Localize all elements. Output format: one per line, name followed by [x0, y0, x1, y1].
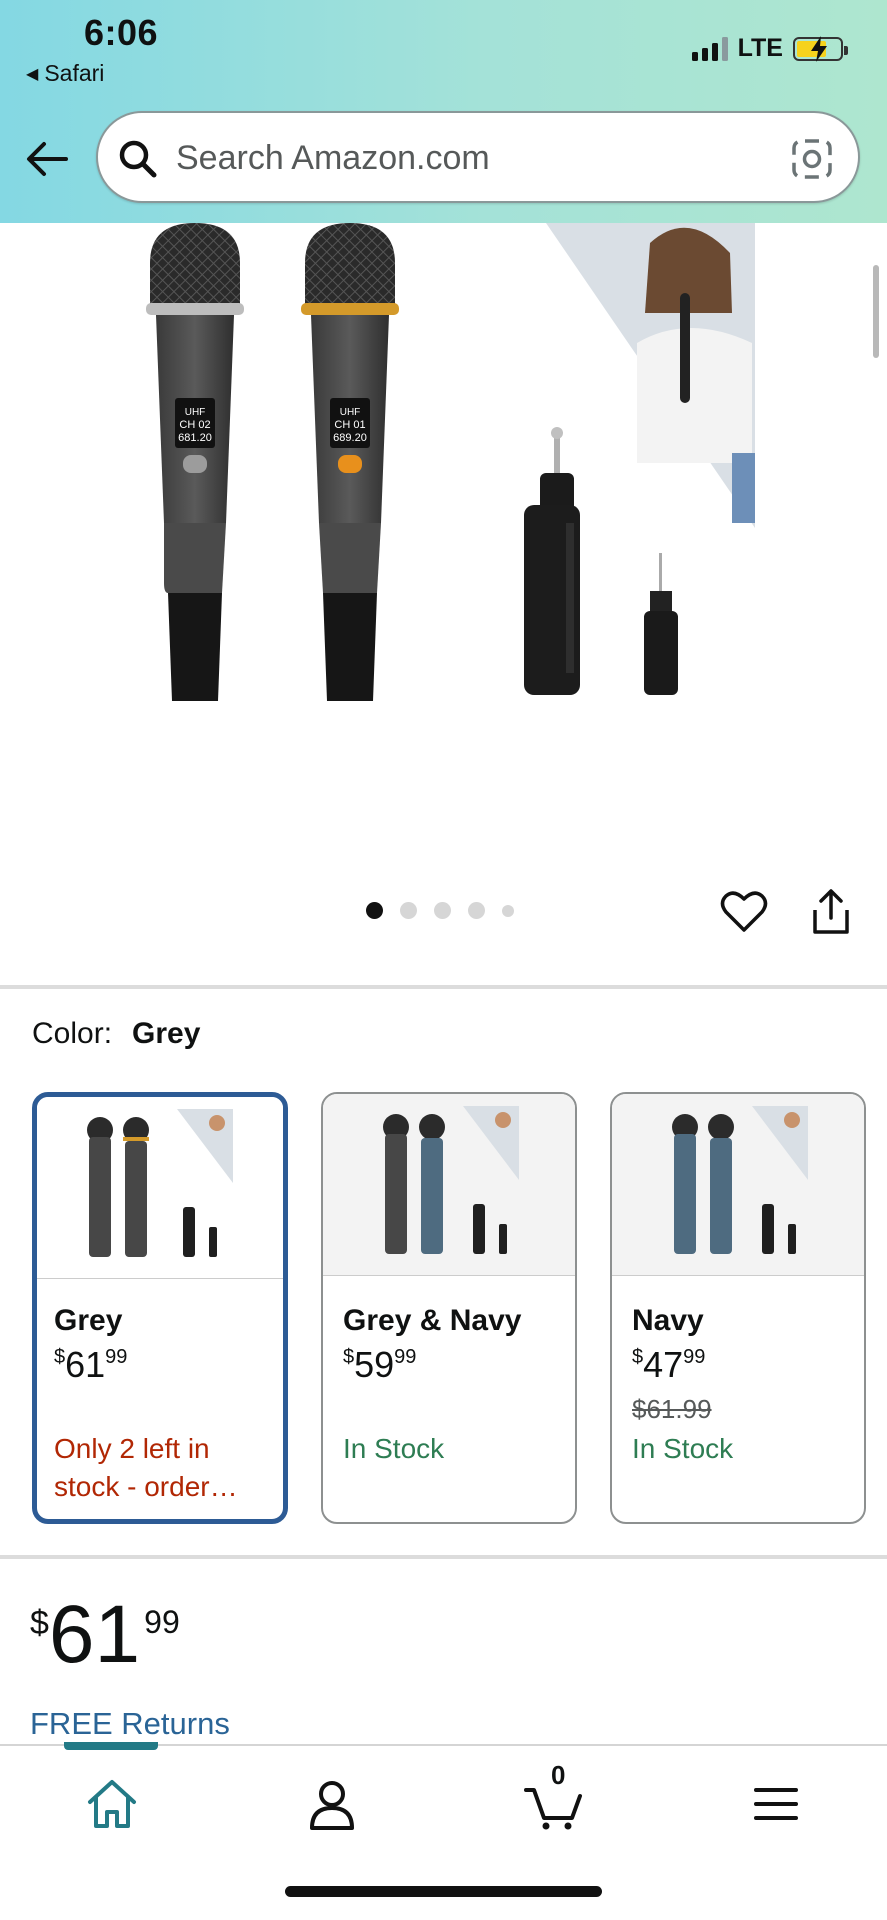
variant-swatch-navy[interactable]: Navy $4799 $61.99 In Stock [610, 1092, 866, 1524]
variant-name: Grey & Navy [343, 1304, 522, 1337]
cart-count: 0 [551, 1760, 566, 1790]
back-to-safari[interactable]: ◀ Safari [26, 60, 104, 87]
svg-text:681.20: 681.20 [178, 432, 212, 444]
variant-stock-status: In Stock [343, 1433, 445, 1464]
status-time: 6:06 [84, 12, 159, 53]
variant-name: Grey [54, 1304, 123, 1337]
back-triangle-icon: ◀ [26, 65, 39, 83]
product-main-image[interactable]: UHF CH 02 681.20 UHF CH 01 689.20 [140, 223, 760, 823]
variant-list-price: $61.99 [632, 1394, 712, 1424]
color-selector-label: Color: Grey [32, 1017, 200, 1051]
search-icon [119, 140, 157, 178]
variant-stock-status: In Stock [632, 1433, 734, 1464]
search-input[interactable] [176, 135, 756, 181]
home-icon[interactable] [82, 1776, 142, 1832]
back-app-label: Safari [44, 60, 105, 86]
search-bar[interactable] [96, 111, 860, 203]
svg-text:CH 02: CH 02 [179, 419, 210, 431]
signal-icon [691, 36, 728, 61]
variant-name: Navy [632, 1304, 704, 1337]
variant-swatch-grey[interactable]: Grey $6199 Only 2 left in stock - order… [32, 1092, 288, 1524]
variant-thumbnail [323, 1094, 575, 1276]
account-icon[interactable] [302, 1776, 362, 1832]
gallery-dot[interactable] [502, 904, 514, 917]
heart-icon[interactable] [720, 890, 768, 934]
gallery-dot[interactable] [366, 902, 383, 919]
variant-thumbnail [37, 1097, 283, 1279]
variant-price: $4799 [632, 1344, 706, 1385]
price-fraction: 99 [144, 1604, 180, 1640]
section-divider [0, 1555, 887, 1559]
selected-color: Grey [132, 1017, 201, 1050]
top-header: 6:06 ◀ Safari LTE [0, 0, 887, 223]
share-icon[interactable] [810, 888, 852, 936]
variant-price: $6199 [54, 1344, 128, 1385]
variant-swatch-grey-navy[interactable]: Grey & Navy $5999 In Stock [321, 1092, 577, 1524]
battery-icon [793, 35, 848, 62]
gallery-dots[interactable] [366, 902, 514, 919]
nav-active-indicator [64, 1742, 158, 1750]
menu-icon[interactable] [746, 1776, 806, 1832]
camera-search-icon[interactable] [790, 137, 834, 181]
price-symbol: $ [30, 1604, 49, 1642]
status-indicators: LTE [691, 34, 848, 63]
product-price: $ 61 99 [30, 1592, 180, 1678]
free-returns-link[interactable]: FREE Returns [30, 1706, 230, 1742]
network-label: LTE [737, 34, 783, 62]
gallery-dot[interactable] [468, 902, 485, 919]
svg-text:UHF: UHF [340, 407, 361, 418]
svg-text:CH 01: CH 01 [334, 419, 365, 431]
color-label: Color: [32, 1017, 113, 1050]
svg-text:UHF: UHF [185, 407, 206, 418]
scroll-indicator [873, 265, 879, 358]
svg-text:689.20: 689.20 [333, 432, 367, 444]
section-divider [0, 985, 887, 989]
gallery-dot[interactable] [400, 902, 417, 919]
variant-price: $5999 [343, 1344, 417, 1385]
variant-thumbnail [612, 1094, 864, 1276]
back-arrow-icon[interactable] [22, 134, 72, 184]
home-indicator [285, 1886, 602, 1897]
variant-stock-status: Only 2 left in stock - order… [54, 1433, 238, 1502]
price-whole: 61 [48, 1589, 141, 1680]
gallery-dot[interactable] [434, 902, 451, 919]
